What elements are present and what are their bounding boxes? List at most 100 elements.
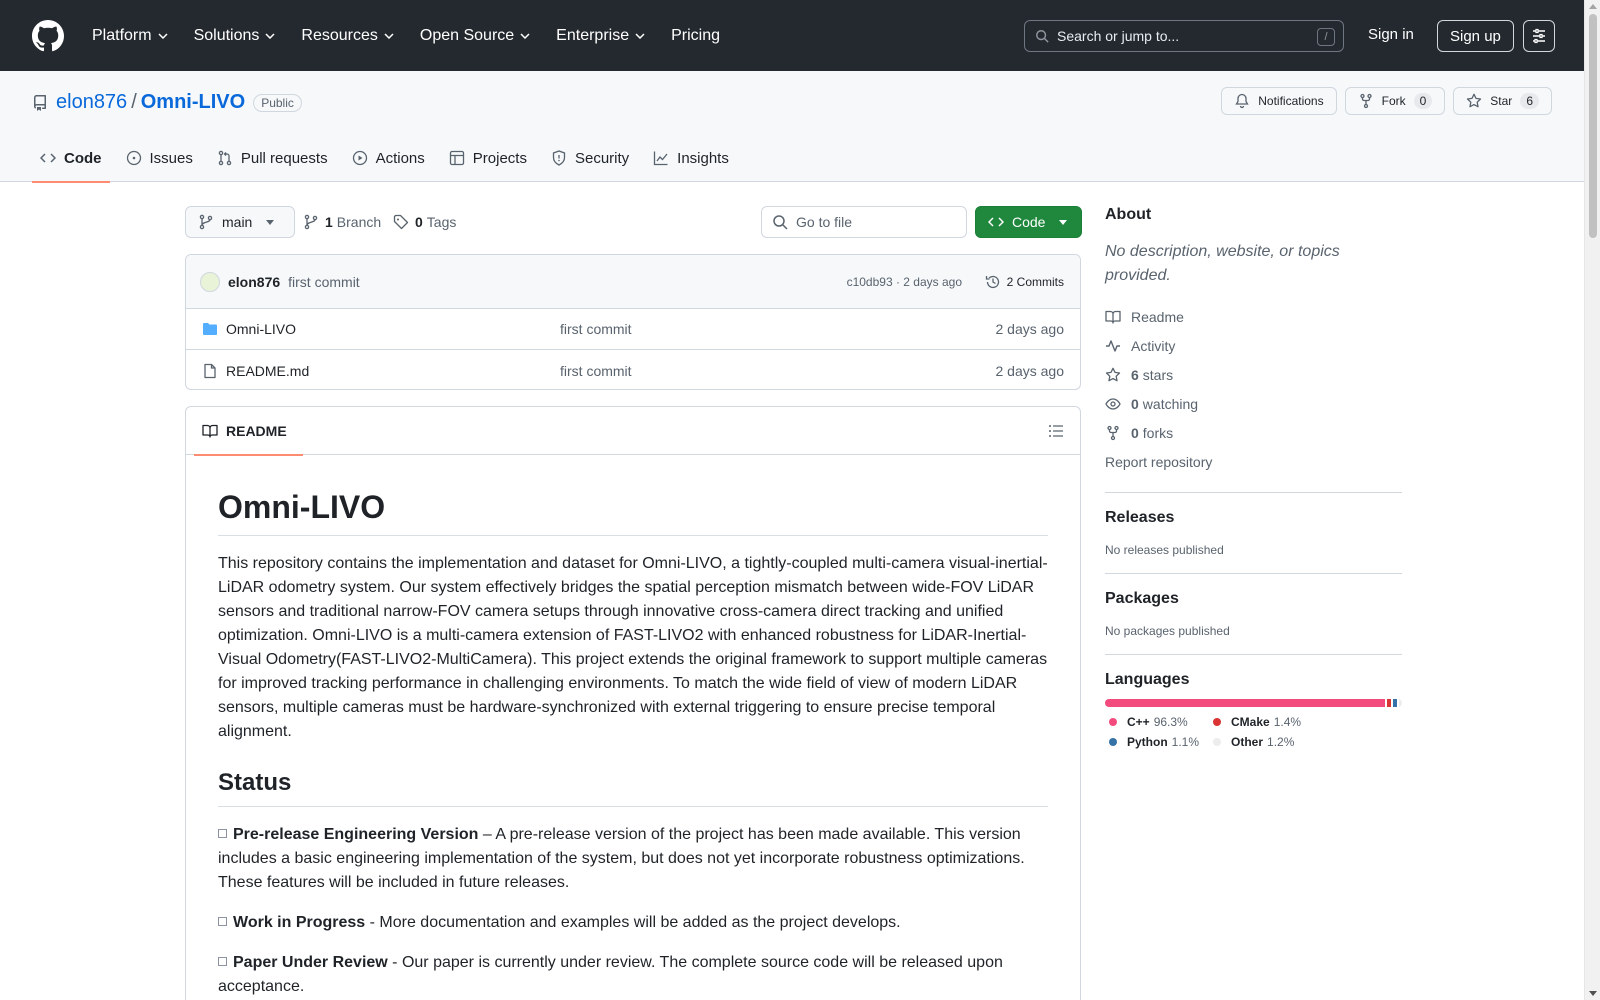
stars-link[interactable]: 6 stars <box>1105 360 1402 389</box>
language-name: C++ <box>1127 715 1150 729</box>
status-item: Paper Under Review - Our paper is curren… <box>218 951 1048 999</box>
sign-in-link[interactable]: Sign in <box>1368 26 1414 43</box>
language-item[interactable]: Python 1.1% <box>1105 735 1209 749</box>
language-item[interactable]: CMake 1.4% <box>1209 715 1329 729</box>
fork-icon <box>1107 425 1119 440</box>
releases-heading[interactable]: Releases <box>1105 509 1402 527</box>
tab-security[interactable]: Security <box>543 134 637 182</box>
nav-resources[interactable]: Resources <box>295 23 399 49</box>
packages-heading[interactable]: Packages <box>1105 590 1402 608</box>
file-commit-message[interactable]: first commit <box>560 321 632 337</box>
file-name[interactable]: README.md <box>226 363 309 379</box>
watching-link[interactable]: 0 watching <box>1105 389 1402 418</box>
tab-code[interactable]: Code <box>32 134 110 183</box>
nav-resources-label: Resources <box>301 26 378 44</box>
visibility-badge: Public <box>253 93 302 112</box>
nav-platform[interactable]: Platform <box>86 23 174 49</box>
commit-sha-date[interactable]: c10db93 · 2 days ago <box>847 275 962 289</box>
search-input[interactable]: Search or jump to... / <box>1024 20 1344 52</box>
watching-label: watching <box>1142 395 1199 412</box>
about-heading: About <box>1105 206 1152 223</box>
outline-button[interactable] <box>1048 423 1064 439</box>
chevron-down-icon <box>635 32 645 39</box>
readme-header: README <box>186 407 1080 456</box>
repo-header: elon876 / Omni-LIVO Public Notifications… <box>0 71 1584 183</box>
star-button[interactable]: Star 6 <box>1453 87 1552 115</box>
repo-owner-link[interactable]: elon876 <box>56 91 127 114</box>
page-scrollbar[interactable] <box>1584 0 1600 1000</box>
tab-security-label: Security <box>574 149 630 167</box>
scrollbar-thumb[interactable] <box>1589 14 1597 238</box>
star-label: Star <box>1490 94 1513 108</box>
go-to-file-input[interactable]: Go to file <box>761 206 967 238</box>
github-logo-icon[interactable] <box>32 19 64 52</box>
language-percent: 1.2% <box>1267 735 1295 749</box>
branch-name: main <box>222 214 253 230</box>
language-item[interactable]: Other 1.2% <box>1209 735 1329 749</box>
forks-link[interactable]: 0 forks <box>1105 418 1402 447</box>
file-row[interactable]: Omni-LIVO first commit 2 days ago <box>186 309 1080 350</box>
caret-down-icon <box>1059 219 1068 225</box>
repo-name-link[interactable]: Omni-LIVO <box>141 91 245 114</box>
readme-tab[interactable]: README <box>194 407 303 456</box>
watching-count: 0 <box>1131 395 1139 412</box>
status-item: Pre-release Engineering Version – A pre-… <box>218 823 1048 895</box>
nav-enterprise[interactable]: Enterprise <box>550 23 651 49</box>
history-icon <box>985 275 999 288</box>
fork-button[interactable]: Fork 0 <box>1344 87 1446 115</box>
sliders-icon <box>1533 28 1545 44</box>
branch-selector[interactable]: main <box>185 206 296 238</box>
scroll-up-arrow-icon[interactable] <box>1589 4 1597 9</box>
star-icon <box>1105 367 1121 381</box>
eye-icon <box>1105 397 1121 410</box>
chevron-down-icon <box>265 32 275 39</box>
stars-count: 6 <box>1131 366 1139 383</box>
code-dropdown-button[interactable]: Code <box>975 206 1082 238</box>
nav-open-source-label: Open Source <box>419 26 515 44</box>
file-commit-message[interactable]: first commit <box>560 363 632 379</box>
languages-list: C++ 96.3% CMake 1.4% Python 1.1% Other 1.2% <box>1105 715 1402 749</box>
avatar[interactable] <box>200 271 220 292</box>
language-item[interactable]: C++ 96.3% <box>1105 715 1209 729</box>
readme-link[interactable]: Readme <box>1105 302 1402 331</box>
commits-link[interactable]: 2 Commits <box>985 274 1064 290</box>
search-icon <box>773 215 788 230</box>
checkbox-icon <box>218 917 227 926</box>
notifications-label: Notifications <box>1258 94 1324 108</box>
releases-text: No releases published <box>1105 543 1224 557</box>
tab-actions[interactable]: Actions <box>344 134 433 182</box>
tab-projects[interactable]: Projects <box>441 134 535 182</box>
settings-menu-button[interactable] <box>1523 20 1555 52</box>
status-heading: Status <box>218 768 1048 807</box>
repo-icon <box>33 94 46 111</box>
go-to-file-placeholder: Go to file <box>796 214 853 230</box>
fork-icon <box>1359 93 1372 109</box>
branches-link[interactable]: 1 Branch <box>303 206 381 238</box>
nav-pricing[interactable]: Pricing <box>665 23 726 49</box>
tab-insights[interactable]: Insights <box>645 134 737 182</box>
language-percent: 1.4% <box>1273 715 1302 729</box>
divider <box>1105 492 1402 493</box>
nav-open-source[interactable]: Open Source <box>414 23 536 49</box>
file-name[interactable]: Omni-LIVO <box>226 321 296 337</box>
branch-icon <box>199 214 213 230</box>
sign-up-button[interactable]: Sign up <box>1437 20 1514 52</box>
commit-author[interactable]: elon876 <box>228 274 280 290</box>
file-row[interactable]: README.md first commit 2 days ago <box>186 350 1080 389</box>
notifications-button[interactable]: Notifications <box>1221 87 1337 115</box>
top-nav: Platform Solutions Resources Open Source… <box>86 23 740 49</box>
repo-path-separator: / <box>131 91 137 113</box>
report-repository-link[interactable]: Report repository <box>1105 447 1402 476</box>
commit-message[interactable]: first commit <box>288 274 360 290</box>
star-icon <box>1467 93 1482 108</box>
tags-link[interactable]: 0 Tags <box>393 206 456 238</box>
fork-label: Fork <box>1381 94 1406 108</box>
tab-issues-label: Issues <box>149 149 193 167</box>
tab-pull-requests[interactable]: Pull requests <box>209 134 336 182</box>
scroll-down-arrow-icon[interactable] <box>1589 991 1597 996</box>
commits-count-label: 2 Commits <box>1006 274 1064 289</box>
tag-label: Tags <box>426 214 457 230</box>
nav-solutions[interactable]: Solutions <box>188 23 282 49</box>
tab-issues[interactable]: Issues <box>118 134 201 182</box>
activity-link[interactable]: Activity <box>1105 331 1402 360</box>
